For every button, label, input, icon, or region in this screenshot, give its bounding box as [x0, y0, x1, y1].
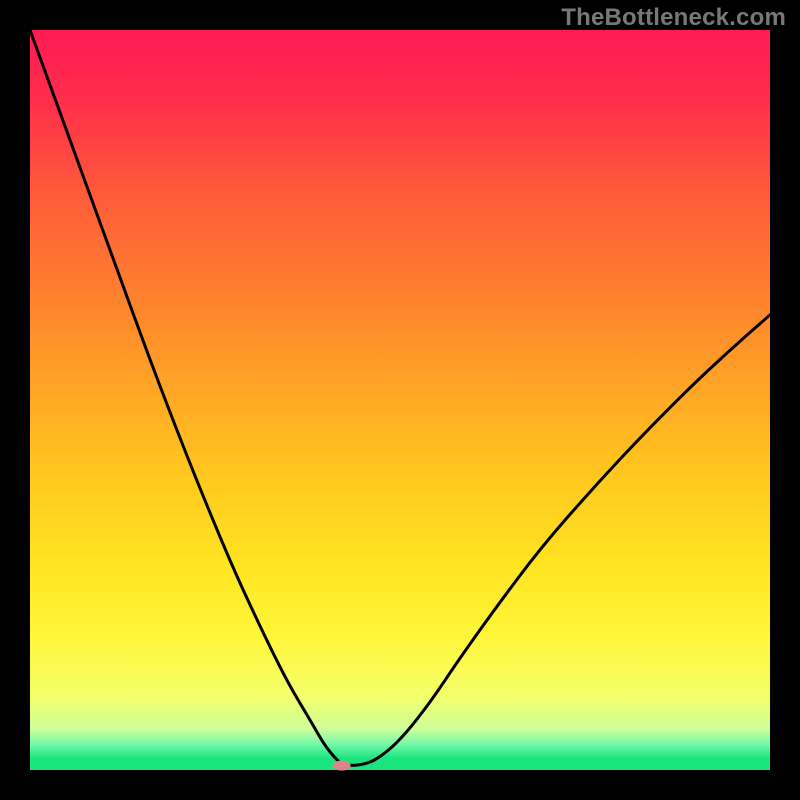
- optimal-marker: [333, 761, 351, 771]
- plot-background: [30, 30, 770, 770]
- watermark-text: TheBottleneck.com: [561, 4, 786, 32]
- bottleneck-chart: [0, 0, 800, 800]
- chart-container: { "watermark": "TheBottleneck.com", "mar…: [0, 0, 800, 800]
